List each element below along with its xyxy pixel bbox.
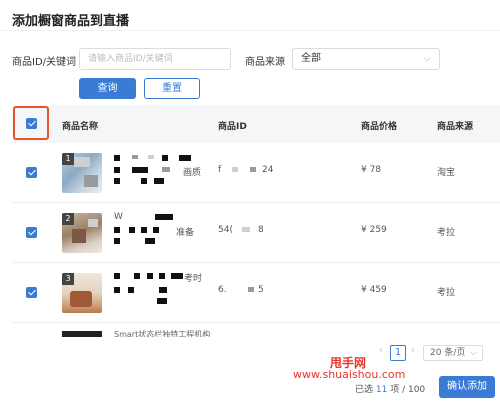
product-id-prefix: f xyxy=(218,165,222,175)
selection-number: 11 xyxy=(375,385,388,395)
source-label: 商品来源 xyxy=(245,57,285,68)
product-id-redacted xyxy=(248,287,254,292)
product-price: ¥ 78 xyxy=(361,165,382,175)
product-title-tail: 考时 xyxy=(184,274,203,284)
search-button[interactable]: 查询 xyxy=(79,78,136,99)
product-title: Smart状态栏独特工程机构 xyxy=(114,330,211,337)
product-price: ¥ 259 xyxy=(361,225,387,235)
row-checkbox[interactable] xyxy=(26,287,37,298)
table-header: 商品名称 商品ID 商品价格 商品来源 xyxy=(12,105,500,143)
chevron-down-icon: ⌵ xyxy=(423,53,431,64)
chevron-down-icon: ⌵ xyxy=(470,348,477,358)
table-row-partial: Smart状态栏独特工程机构 xyxy=(12,325,500,337)
selection-prefix: 已选 xyxy=(355,385,374,395)
product-source: 淘宝 xyxy=(437,168,456,178)
product-title-tail: 准备 xyxy=(176,228,195,238)
product-id-redacted xyxy=(250,167,256,172)
next-page-button[interactable]: › xyxy=(411,345,415,361)
column-header-id: 商品ID xyxy=(218,122,247,132)
table-row: 2 W 准备 54( 8 ¥ 259 考拉 xyxy=(12,203,500,263)
column-header-name: 商品名称 xyxy=(62,122,99,132)
table-row: 3 考时 6. 5 ¥ 459 考拉 xyxy=(12,263,500,323)
selection-suffix: 项 / 100 xyxy=(390,385,426,395)
product-title-prefix: W xyxy=(114,212,123,222)
product-id-suffix: 8 xyxy=(258,225,264,235)
product-thumbnail: 2 xyxy=(62,213,102,253)
row-index-badge: 1 xyxy=(62,153,74,165)
source-select-value: 全部 xyxy=(301,53,321,64)
page-size-value: 20 条/页 xyxy=(430,348,466,358)
product-id-prefix: 6. xyxy=(218,285,227,295)
product-thumbnail xyxy=(62,331,102,337)
keyword-input[interactable] xyxy=(79,48,231,70)
row-index-badge: 3 xyxy=(62,273,74,285)
product-source: 考拉 xyxy=(437,288,456,298)
product-id-redacted xyxy=(242,227,250,232)
product-price: ¥ 459 xyxy=(361,285,387,295)
title-divider xyxy=(0,30,500,31)
dialog-title: 添加橱窗商品到直播 xyxy=(12,14,130,29)
table-row: 1 画质 f 24 ¥ 78 淘宝 xyxy=(12,143,500,203)
product-id-suffix: 5 xyxy=(258,285,264,295)
product-id-suffix: 24 xyxy=(262,165,274,175)
add-product-dialog: 添加橱窗商品到直播 商品ID/关键词 商品来源 全部 ⌵ 查询 重置 商品名称 … xyxy=(0,0,500,403)
row-checkbox[interactable] xyxy=(26,227,37,238)
reset-button[interactable]: 重置 xyxy=(144,78,200,99)
row-index-badge: 2 xyxy=(62,213,74,225)
product-thumbnail: 1 xyxy=(62,153,102,193)
source-select[interactable]: 全部 ⌵ xyxy=(292,48,440,70)
product-title-tail: 画质 xyxy=(183,168,202,178)
product-source: 考拉 xyxy=(437,228,456,238)
confirm-add-button[interactable]: 确认添加 xyxy=(439,376,495,398)
column-header-price: 商品价格 xyxy=(361,122,398,132)
page-number-current[interactable]: 1 xyxy=(390,345,406,361)
row-checkbox[interactable] xyxy=(26,167,37,178)
keyword-label: 商品ID/关键词 xyxy=(12,57,77,68)
prev-page-button[interactable]: ‹ xyxy=(379,345,383,361)
select-all-highlight xyxy=(13,106,49,140)
product-thumbnail: 3 xyxy=(62,273,102,313)
product-id-redacted xyxy=(232,167,238,172)
column-header-source: 商品来源 xyxy=(437,122,474,132)
page-size-select[interactable]: 20 条/页 ⌵ xyxy=(423,345,483,361)
watermark-url: www.shuaishou.com xyxy=(293,368,406,381)
selection-count: 已选 11 项 / 100 xyxy=(355,382,425,395)
product-id-prefix: 54( xyxy=(218,225,233,235)
